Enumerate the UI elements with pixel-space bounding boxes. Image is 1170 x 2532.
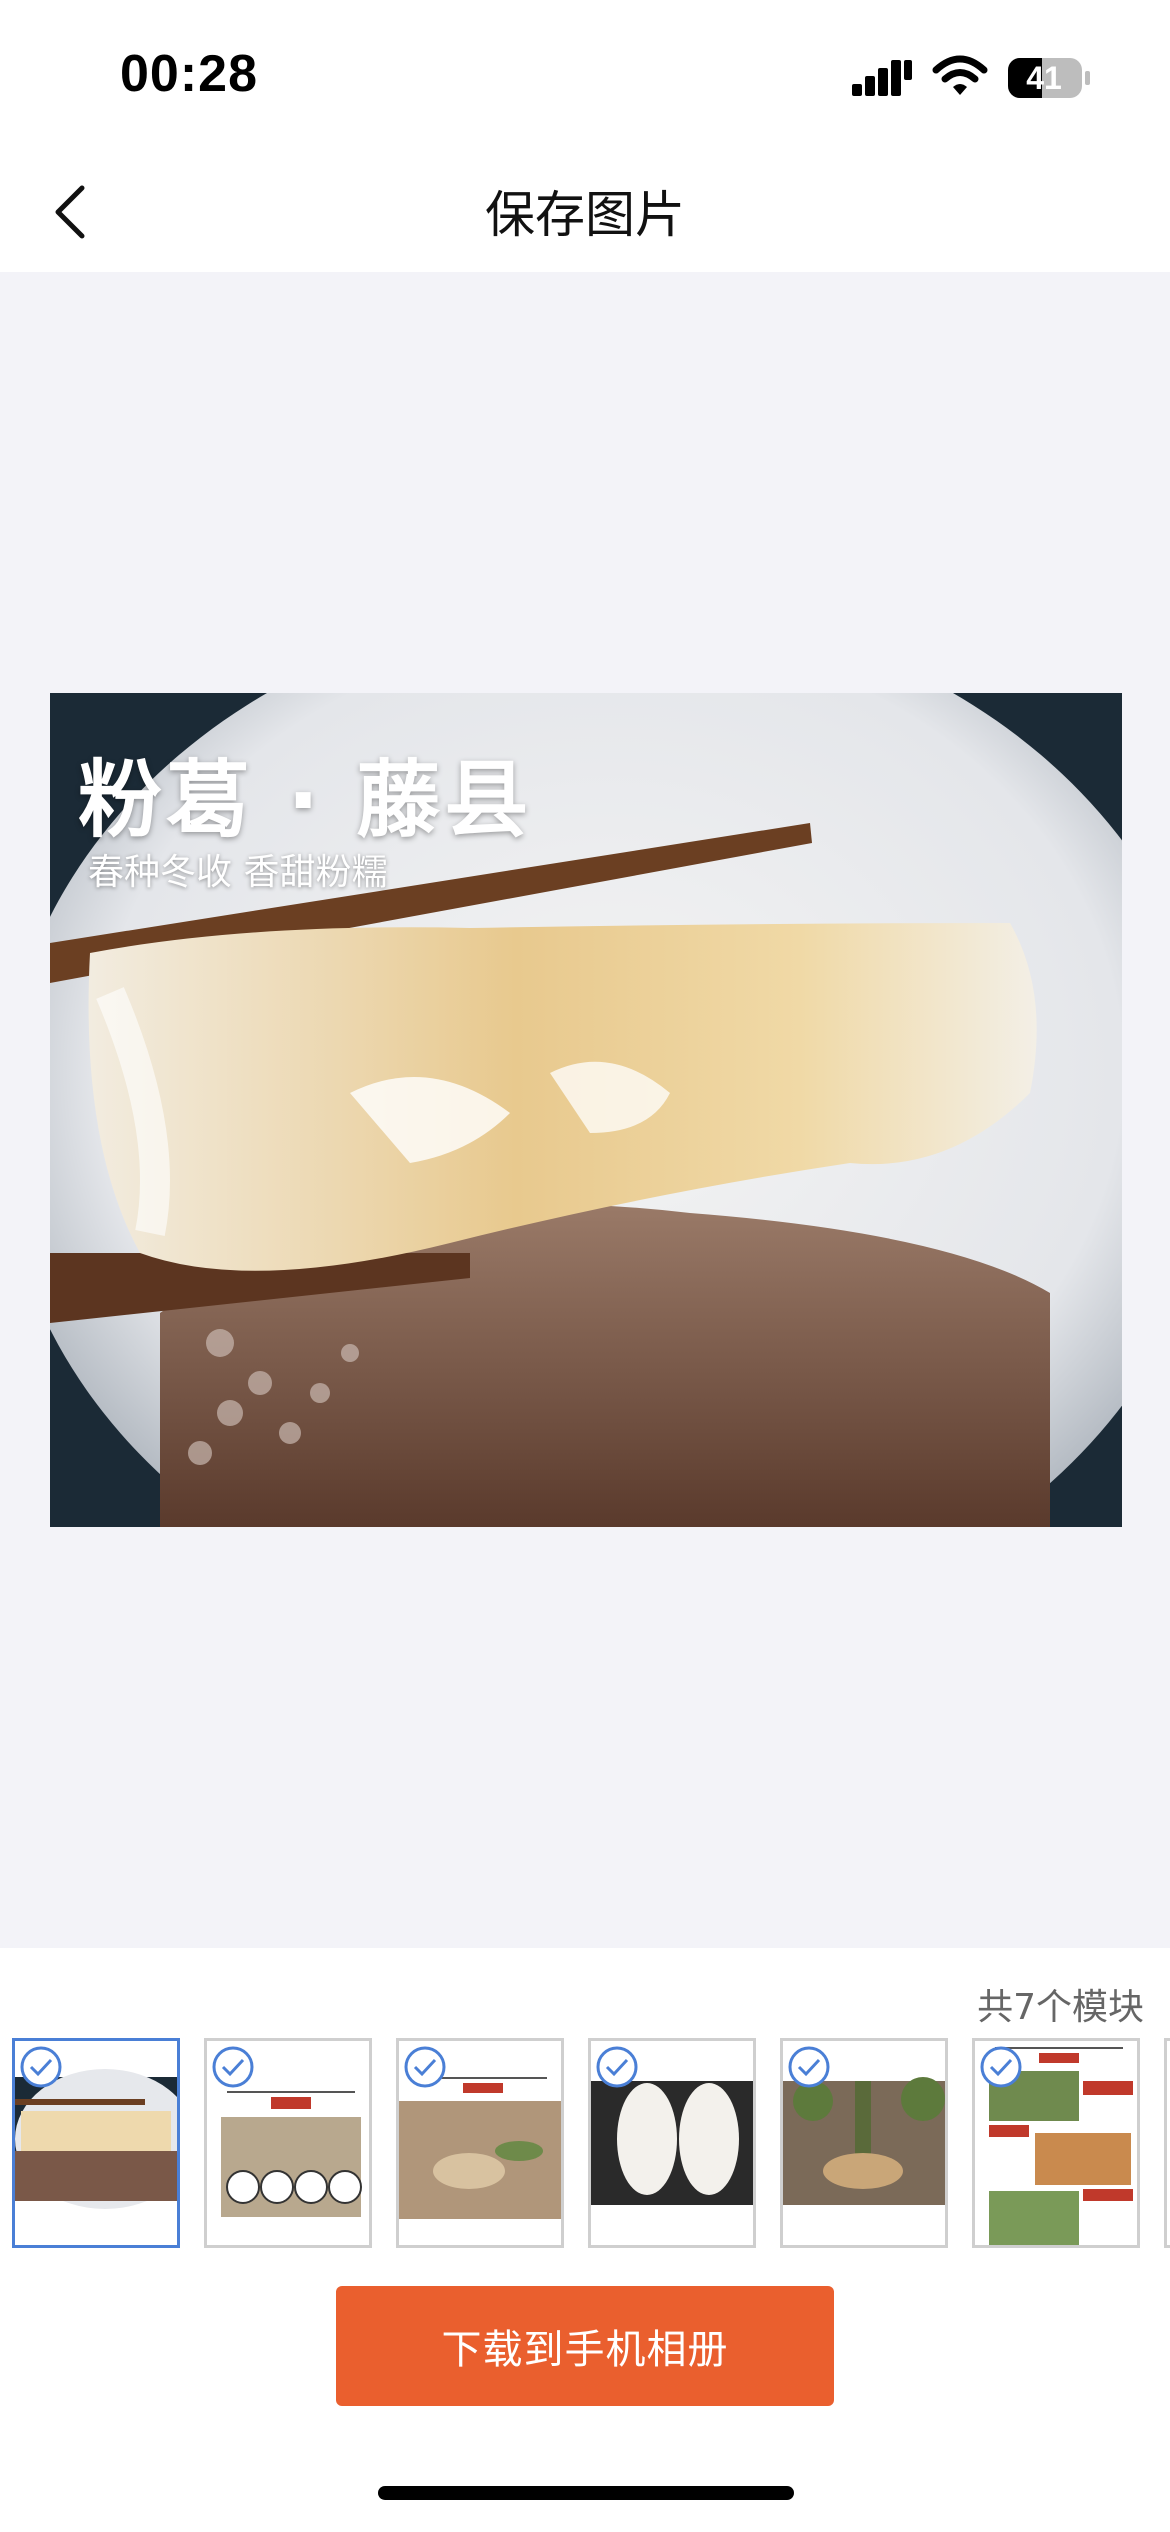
- download-to-album-button[interactable]: 下载到手机相册: [336, 2286, 834, 2406]
- check-circle-icon[interactable]: [979, 2045, 1023, 2089]
- thumbnail-4[interactable]: [588, 2038, 756, 2248]
- thumbnail-5[interactable]: [780, 2038, 948, 2248]
- module-count: 共7个模块: [977, 1987, 1144, 2028]
- check-circle-icon[interactable]: [595, 2045, 639, 2089]
- check-circle-icon[interactable]: [403, 2045, 447, 2089]
- check-circle-icon[interactable]: [19, 2045, 63, 2089]
- check-circle-icon[interactable]: [787, 2045, 831, 2089]
- page-title: 保存图片: [485, 186, 685, 244]
- thumbnail-3[interactable]: [396, 2038, 564, 2248]
- thumbnail-strip[interactable]: [0, 2038, 1170, 2252]
- check-circle-icon[interactable]: [211, 2045, 255, 2089]
- preview-area: 粉葛 · 藤县 春种冬收 香甜粉糯: [0, 272, 1170, 1948]
- thumbnail-7[interactable]: [1164, 2038, 1170, 2248]
- battery-level: 41: [1026, 59, 1062, 96]
- preview-subtitle: 春种冬收 香甜粉糯: [88, 852, 388, 893]
- main-preview-image: 粉葛 · 藤县 春种冬收 香甜粉糯: [50, 693, 1122, 1527]
- thumbnail-1[interactable]: [12, 2038, 180, 2248]
- bottom-panel: 共7个模块 下载到手机相册: [0, 1948, 1170, 2532]
- signal-icon: [852, 60, 912, 96]
- nav-bar: 保存图片: [0, 150, 1170, 272]
- preview-title: 粉葛 · 藤县: [78, 751, 533, 849]
- home-indicator[interactable]: [378, 2486, 794, 2500]
- thumbnail-6[interactable]: [972, 2038, 1140, 2248]
- thumbnail-2[interactable]: [204, 2038, 372, 2248]
- status-bar: 00:28 41: [0, 0, 1170, 150]
- wifi-icon: [932, 55, 988, 95]
- status-time: 00:28: [120, 45, 258, 103]
